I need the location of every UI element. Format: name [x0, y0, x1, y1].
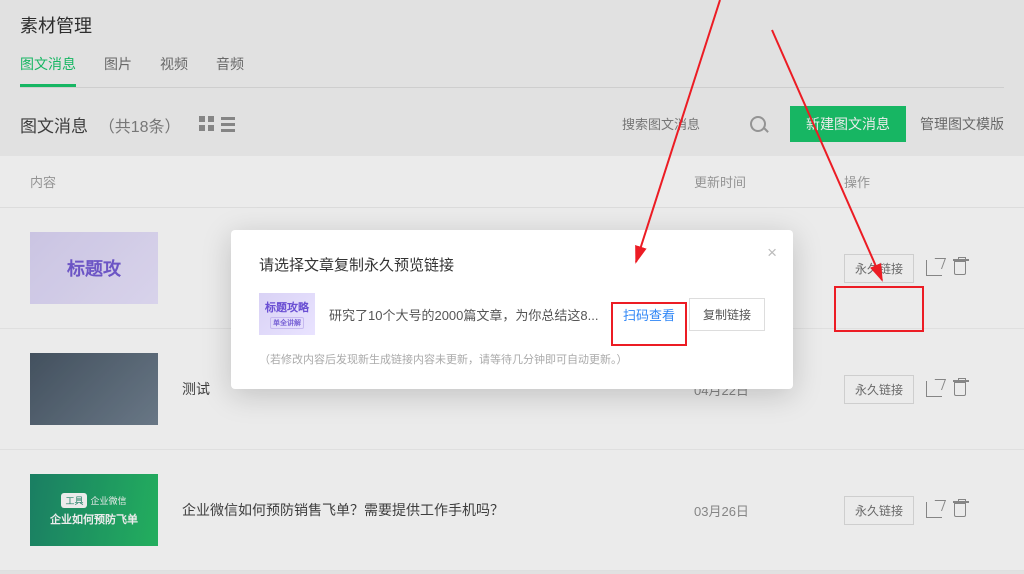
modal-title: 请选择文章复制永久预览链接	[259, 254, 765, 275]
modal-article-title: 研究了10个大号的2000篇文章，为你总结这8...	[329, 305, 609, 324]
modal-overlay: × 请选择文章复制永久预览链接 标题攻略 单全讲解 研究了10个大号的2000篇…	[0, 0, 1024, 574]
modal-thumbnail: 标题攻略 单全讲解	[259, 293, 315, 335]
close-icon[interactable]: ×	[767, 244, 777, 261]
copy-link-button[interactable]: 复制链接	[689, 298, 765, 331]
modal-footnote: （若修改内容后发现新生成链接内容未更新，请等待几分钟即可自动更新。）	[259, 351, 765, 367]
copy-link-modal: × 请选择文章复制永久预览链接 标题攻略 单全讲解 研究了10个大号的2000篇…	[231, 230, 793, 389]
modal-article-row: 标题攻略 单全讲解 研究了10个大号的2000篇文章，为你总结这8... 扫码查…	[259, 293, 765, 335]
scan-qr-link[interactable]: 扫码查看	[623, 305, 675, 324]
